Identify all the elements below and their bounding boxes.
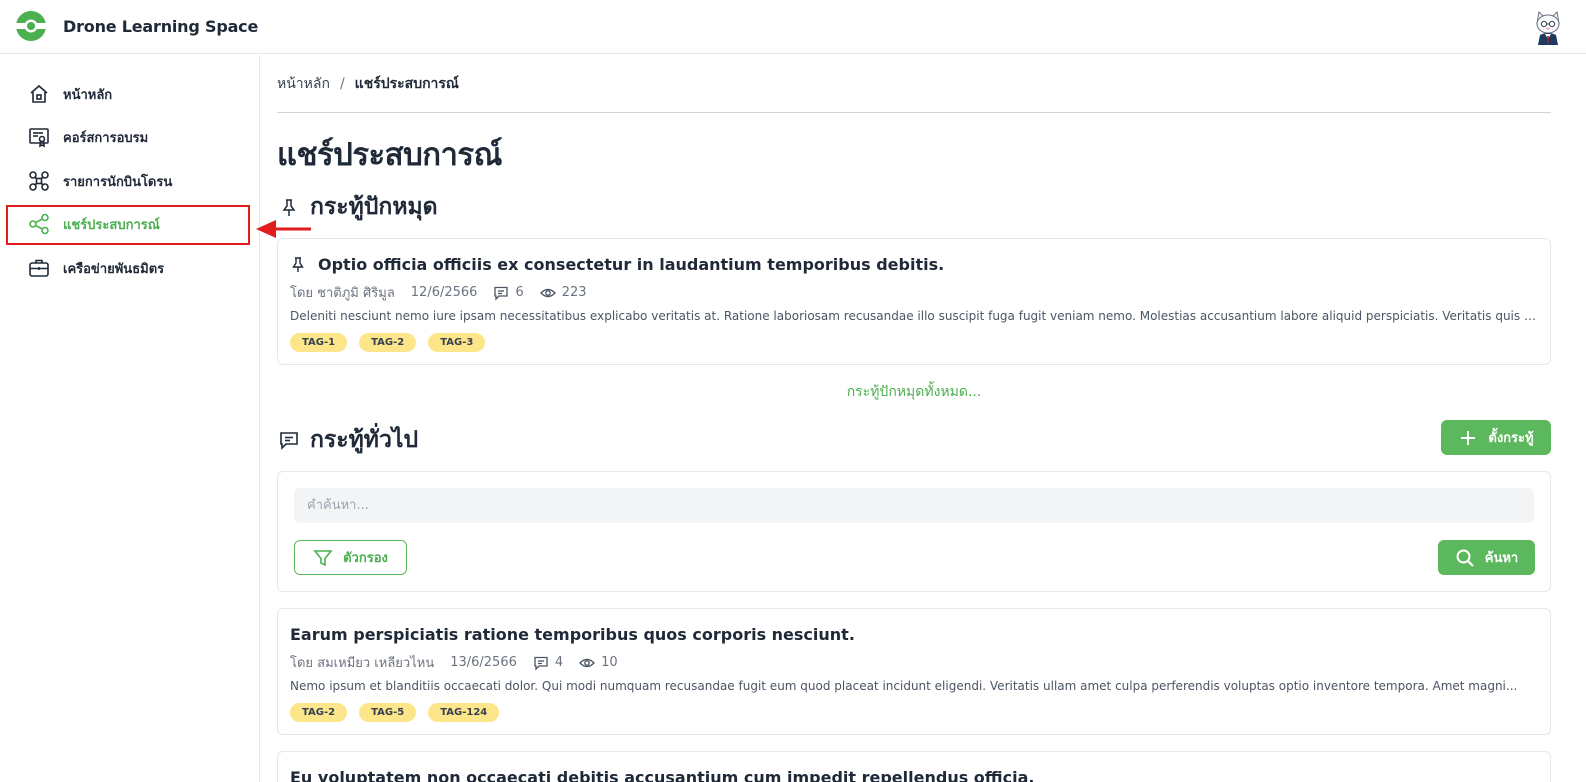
sidebar-item-label: เครือข่ายพันธมิตร	[63, 261, 165, 277]
new-post-button[interactable]: ตั้งกระทู้	[1441, 420, 1551, 455]
pin-icon	[290, 256, 308, 274]
breadcrumb-home-link[interactable]: หน้าหลัก	[277, 73, 330, 95]
filter-icon	[313, 548, 333, 568]
drone-icon	[28, 170, 50, 192]
pin-icon	[277, 195, 301, 219]
post-views: 10	[579, 655, 618, 671]
post-author: โดย สมเหมียว เหลียวไหน	[290, 656, 435, 671]
post-card[interactable]: Eu voluptatem non occaecati debitis accu…	[277, 751, 1551, 782]
home-icon	[28, 83, 50, 105]
post-excerpt: Nemo ipsum et blanditiis occaecati dolor…	[290, 679, 1518, 693]
pinned-heading-text: กระทู้ปักหมุด	[310, 194, 438, 220]
eye-icon	[539, 285, 556, 301]
eye-icon	[579, 655, 596, 671]
breadcrumb: หน้าหลัก / แชร์ประสบการณ์	[277, 73, 459, 95]
sidebar-item-partners[interactable]: เครือข่ายพันธมิตร	[28, 256, 164, 280]
post-excerpt: Deleniti nesciunt nemo iure ipsam necess…	[290, 309, 1538, 323]
pinned-section-heading: กระทู้ปักหมุด	[277, 189, 438, 225]
post-title[interactable]: Eu voluptatem non occaecati debitis accu…	[290, 768, 1034, 782]
search-button[interactable]: ค้นหา	[1438, 540, 1535, 575]
tag-badge[interactable]: TAG-2	[290, 703, 348, 722]
view-count: 223	[561, 285, 587, 300]
tag-badge[interactable]: TAG-124	[428, 703, 500, 722]
post-tags: TAG-2 TAG-5 TAG-124	[290, 703, 511, 722]
view-count: 10	[601, 655, 618, 670]
chat-icon	[277, 428, 301, 452]
tag-badge[interactable]: TAG-1	[290, 333, 348, 352]
post-comments: 4	[533, 655, 563, 671]
see-all-pinned-link[interactable]: กระทู้ปักหมุดทั้งหมด...	[277, 381, 1551, 403]
drone-eye-logo-icon	[16, 11, 46, 41]
post-title[interactable]: Optio officia officiis ex consectetur in…	[290, 255, 944, 274]
header-divider	[277, 112, 1551, 113]
search-label: ค้นหา	[1484, 551, 1519, 566]
page-title: แชร์ประสบการณ์	[277, 137, 502, 173]
post-comments: 6	[493, 285, 524, 301]
post-meta: โดย สมเหมียว เหลียวไหน 13/6/2566 4 10	[290, 652, 634, 673]
post-meta: โดย ชาติภูมิ ศิริมูล 12/6/2566 6 223	[290, 282, 603, 303]
post-tags: TAG-1 TAG-2 TAG-3	[290, 333, 497, 352]
filter-button[interactable]: ตัวกรอง	[294, 540, 407, 575]
comment-count: 6	[515, 285, 524, 300]
main-content: หน้าหลัก / แชร์ประสบการณ์ แชร์ประสบการณ์…	[277, 55, 1551, 782]
breadcrumb-separator: /	[339, 76, 345, 92]
tag-badge[interactable]: TAG-5	[359, 703, 417, 722]
new-post-label: ตั้งกระทู้	[1488, 431, 1534, 446]
post-views: 223	[539, 285, 587, 301]
general-heading-text: กระทู้ทั่วไป	[310, 427, 419, 453]
filter-label: ตัวกรอง	[343, 551, 388, 566]
comment-icon	[533, 655, 549, 671]
plus-icon	[1458, 428, 1478, 448]
general-section-heading: กระทู้ทั่วไป	[277, 422, 418, 458]
tag-badge[interactable]: TAG-2	[359, 333, 417, 352]
sidebar-item-label: คอร์สการอบรม	[63, 130, 149, 146]
certificate-icon	[28, 126, 50, 148]
post-date: 12/6/2566	[410, 285, 478, 300]
post-date: 13/6/2566	[450, 655, 517, 670]
comment-count: 4	[554, 655, 564, 670]
tag-badge[interactable]: TAG-3	[428, 333, 486, 352]
search-input[interactable]	[294, 488, 1534, 523]
briefcase-icon	[28, 257, 50, 279]
post-title[interactable]: Earum perspiciatis ratione temporibus qu…	[290, 625, 855, 644]
breadcrumb-current: แชร์ประสบการณ์	[354, 76, 459, 92]
post-card[interactable]: Earum perspiciatis ratione temporibus qu…	[277, 608, 1551, 735]
top-bar: Drone Learning Space	[0, 0, 1586, 54]
search-panel: ตัวกรอง ค้นหา	[277, 471, 1551, 592]
post-title-text: Optio officia officiis ex consectetur in…	[318, 255, 945, 274]
post-author: โดย ชาติภูมิ ศิริมูล	[290, 286, 395, 301]
sidebar-item-courses[interactable]: คอร์สการอบรม	[28, 125, 148, 149]
sidebar-item-pilots[interactable]: รายการนักบินโดรน	[28, 169, 172, 193]
annotation-highlight-box	[6, 205, 250, 245]
brand[interactable]: Drone Learning Space	[15, 10, 258, 42]
app-name: Drone Learning Space	[63, 16, 259, 36]
sidebar-item-home[interactable]: หน้าหลัก	[28, 82, 112, 106]
sidebar: หน้าหลัก คอร์สการอบรม รายการนักบินโดรน แ…	[0, 55, 260, 782]
pinned-post-card[interactable]: Optio officia officiis ex consectetur in…	[277, 238, 1551, 365]
search-icon	[1455, 548, 1475, 568]
sidebar-item-label: รายการนักบินโดรน	[63, 174, 173, 190]
cat-avatar-icon[interactable]	[1532, 9, 1564, 45]
comment-icon	[493, 285, 509, 301]
sidebar-item-label: หน้าหลัก	[63, 87, 113, 103]
